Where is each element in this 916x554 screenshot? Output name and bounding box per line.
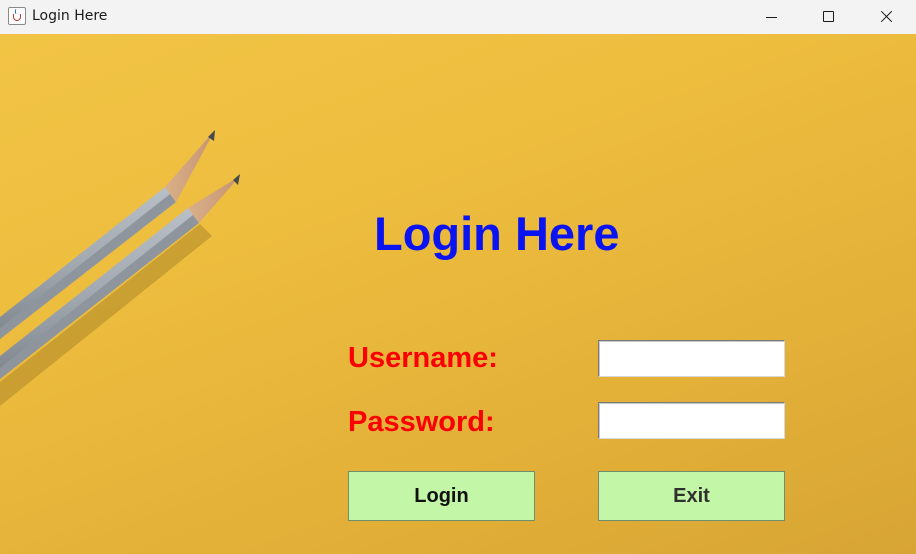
password-field[interactable] [598, 402, 785, 439]
minimize-icon [765, 16, 777, 18]
login-button[interactable]: Login [348, 471, 535, 521]
password-label: Password: [348, 406, 495, 438]
username-label: Username: [348, 342, 498, 374]
login-panel: Login Here Username: Password: Login Exi… [0, 34, 916, 554]
close-button[interactable] [857, 0, 915, 32]
minimize-button[interactable] [742, 0, 800, 32]
close-icon [880, 10, 893, 23]
maximize-button[interactable] [799, 0, 857, 32]
title-bar: Login Here [0, 0, 916, 34]
page-title: Login Here [374, 207, 620, 260]
java-cup-icon [8, 7, 26, 25]
maximize-icon [822, 10, 834, 22]
exit-button[interactable]: Exit [598, 471, 785, 521]
window-title: Login Here [32, 8, 108, 24]
username-field[interactable] [598, 340, 785, 377]
